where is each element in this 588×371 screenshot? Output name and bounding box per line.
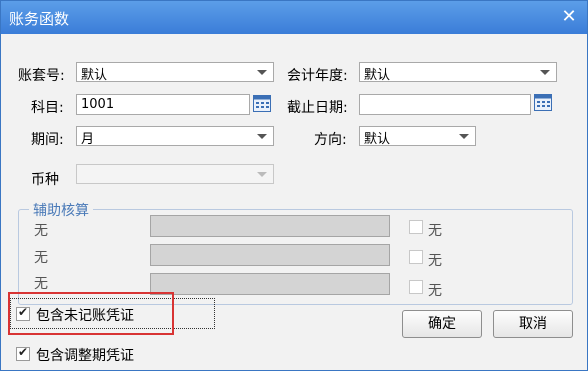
- chevron-down-icon: [459, 134, 469, 139]
- aux-row-label: 无: [34, 223, 48, 239]
- aux-field: [150, 244, 390, 266]
- currency-select[interactable]: [76, 164, 274, 184]
- subject-label: 科目:: [31, 100, 64, 116]
- cancel-button[interactable]: 取消: [493, 310, 573, 338]
- aux-row-label: 无: [34, 250, 48, 266]
- period-select[interactable]: 月: [76, 126, 274, 147]
- aux-accounting-legend: 辅助核算: [29, 200, 93, 220]
- close-icon[interactable]: ✕: [559, 7, 579, 27]
- aux-row-label: 无: [34, 276, 48, 292]
- fiscal-year-value: 默认: [364, 68, 391, 83]
- dialog-title: 账务函数: [9, 10, 70, 28]
- chevron-down-icon: [257, 172, 267, 177]
- period-label: 期间:: [31, 132, 64, 148]
- dialog-window: 账务函数 ✕ 账套号: 默认 会计年度: 默认 科目: 1001 截止日期: 期: [0, 0, 588, 371]
- chevron-down-icon: [257, 70, 267, 75]
- include-adjust-label: 包含调整期凭证: [36, 348, 134, 364]
- include-unposted-label: 包含未记账凭证: [36, 308, 134, 324]
- chevron-down-icon: [257, 134, 267, 139]
- period-value: 月: [81, 132, 95, 147]
- aux-checkbox[interactable]: [409, 250, 423, 264]
- include-adjust-checkbox[interactable]: [16, 345, 30, 361]
- account-set-value: 默认: [81, 68, 108, 83]
- account-set-select[interactable]: 默认: [76, 62, 274, 83]
- fiscal-year-label: 会计年度:: [287, 68, 348, 84]
- direction-select[interactable]: 默认: [359, 126, 476, 147]
- aux-checkbox[interactable]: [409, 220, 423, 234]
- currency-label: 币种: [31, 172, 59, 188]
- ok-button[interactable]: 确定: [402, 310, 482, 338]
- aux-checkbox[interactable]: [409, 280, 423, 294]
- aux-checkbox-label: 无: [428, 283, 442, 299]
- account-set-label: 账套号:: [18, 68, 65, 84]
- include-unposted-checkbox[interactable]: [16, 305, 30, 321]
- aux-checkbox-label: 无: [428, 223, 442, 239]
- end-date-label: 截止日期:: [287, 100, 348, 116]
- subject-picker-icon[interactable]: [253, 95, 271, 112]
- title-bar[interactable]: 账务函数 ✕: [1, 1, 587, 34]
- aux-field: [150, 273, 390, 295]
- end-date-input[interactable]: [359, 94, 531, 115]
- aux-checkbox-label: 无: [428, 253, 442, 269]
- calendar-icon[interactable]: [534, 94, 552, 111]
- direction-value: 默认: [364, 132, 391, 147]
- fiscal-year-select[interactable]: 默认: [359, 62, 557, 83]
- aux-field: [150, 215, 390, 237]
- direction-label: 方向:: [314, 132, 347, 148]
- subject-input[interactable]: 1001: [76, 94, 250, 115]
- chevron-down-icon: [540, 70, 550, 75]
- subject-value: 1001: [81, 97, 115, 112]
